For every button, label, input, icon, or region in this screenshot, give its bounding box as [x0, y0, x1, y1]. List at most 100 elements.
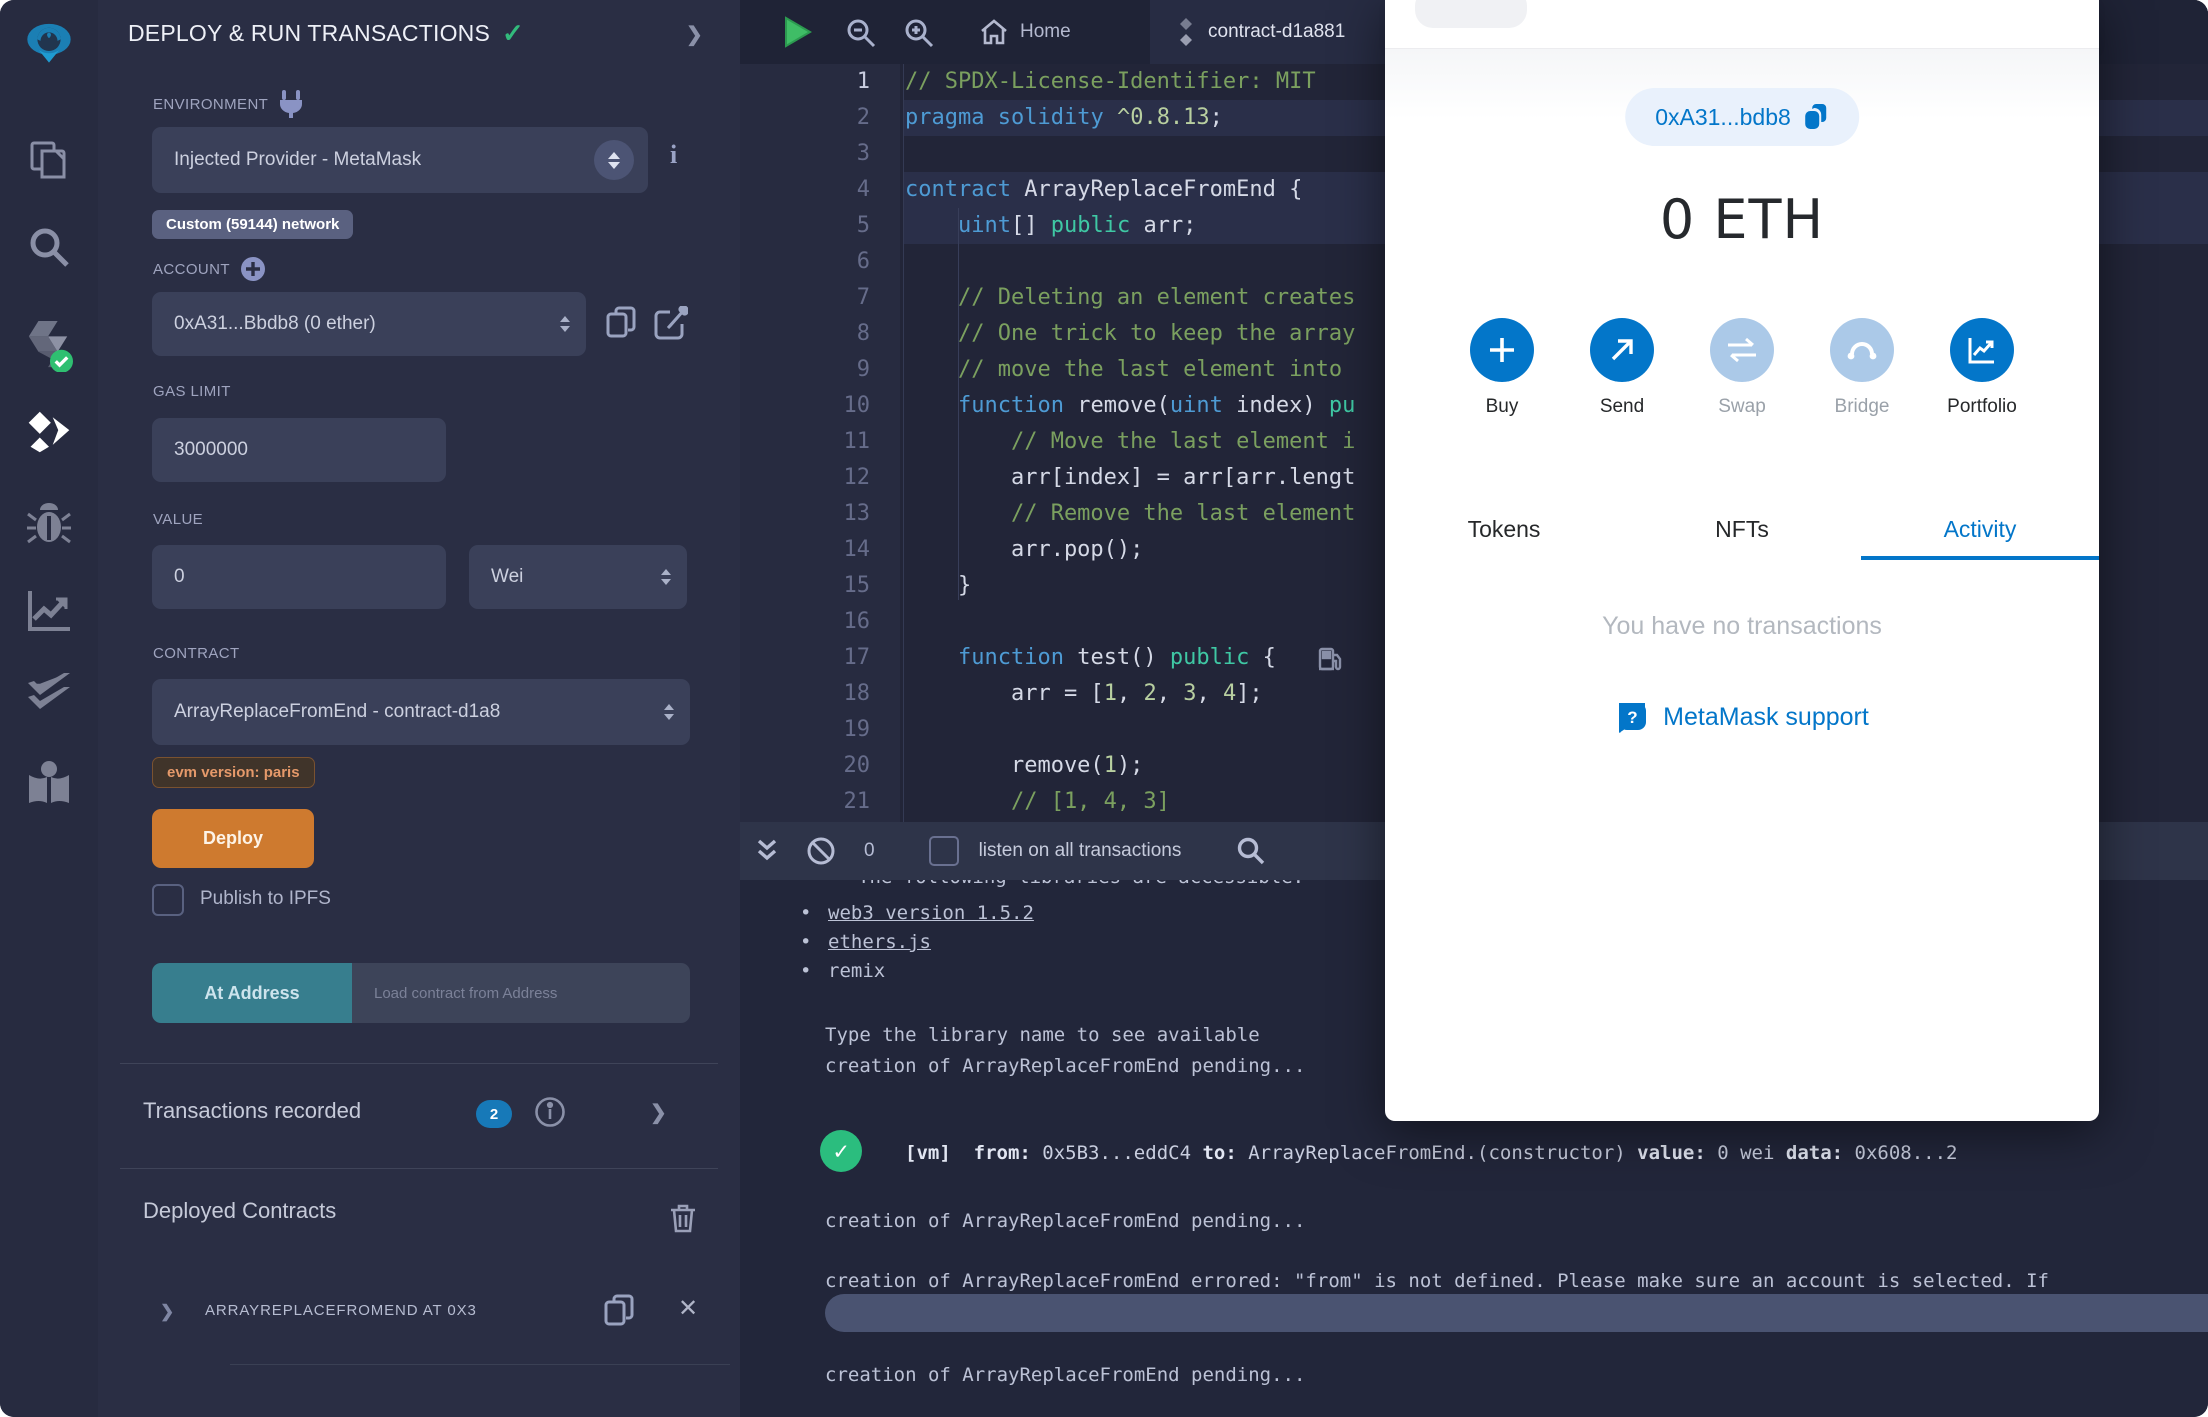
empty-transactions-text: You have no transactions: [1602, 612, 1882, 640]
terminal-library-link[interactable]: • ethers.js: [800, 931, 931, 953]
code-text: arr = [1, 2, 3, 4];: [905, 681, 1263, 706]
wallet-tab-nfts[interactable]: NFTs: [1623, 498, 1861, 560]
metamask-support-link[interactable]: ? MetaMask support: [1385, 700, 2099, 734]
code-text: remove(1);: [905, 753, 1144, 778]
terminal-log-line: creation of ArrayReplaceFromEnd pending.…: [825, 1364, 1306, 1386]
search-icon[interactable]: [25, 223, 73, 271]
transactions-info-icon[interactable]: [534, 1096, 566, 1128]
transactions-expand-chevron-icon[interactable]: ❯: [650, 1100, 667, 1125]
copy-address-icon[interactable]: [1803, 103, 1829, 131]
account-address-pill[interactable]: 0xA31...bdb8: [1625, 88, 1859, 146]
arrow-up-right-icon[interactable]: [1590, 318, 1654, 382]
load-contract-address-input[interactable]: [352, 963, 690, 1023]
value-unit-select[interactable]: Wei: [469, 545, 687, 609]
terminal-log-line: Type the library name to see available: [825, 1024, 1272, 1046]
portfolio-chart-icon[interactable]: [1950, 318, 2014, 382]
wallet-action-portfolio[interactable]: Portfolio: [1922, 318, 2042, 418]
terminal-search-icon[interactable]: [1237, 837, 1265, 865]
code-text: function remove(uint index) pu: [957, 393, 1356, 418]
line-number: 5: [856, 213, 870, 238]
trash-icon[interactable]: [668, 1202, 698, 1234]
wallet-actions: Buy Send Swap Bridge Portfolio: [1442, 318, 2042, 418]
code-text: arr.pop();: [905, 537, 1144, 562]
line-number: 15: [843, 573, 871, 598]
run-script-play-icon[interactable]: [780, 16, 814, 48]
svg-text:?: ?: [1627, 708, 1637, 727]
plus-icon[interactable]: [1470, 318, 1534, 382]
wallet-action-label: Buy: [1485, 396, 1519, 417]
wallet-tabs: Tokens NFTs Activity: [1385, 498, 2099, 560]
swap-arrows-icon[interactable]: [1710, 318, 1774, 382]
terminal-vm-log[interactable]: [vm] from: 0x5B3...eddC4 to: ArrayReplac…: [905, 1142, 1957, 1164]
wallet-tab-activity[interactable]: Activity: [1861, 498, 2099, 560]
network-selector-skeleton[interactable]: [1415, 0, 1527, 28]
wallet-action-label: Bridge: [1834, 396, 1890, 417]
remove-contract-icon[interactable]: ✕: [678, 1294, 698, 1323]
solidity-compiler-icon[interactable]: [25, 321, 73, 372]
line-number: 16: [843, 609, 871, 634]
terminal-log-line: creation of ArrayReplaceFromEnd pending.…: [825, 1055, 1306, 1077]
line-number: 8: [856, 321, 870, 346]
remix-logo-icon[interactable]: [25, 20, 73, 68]
deployed-item-label[interactable]: ARRAYREPLACEFROMEND AT 0X3: [205, 1302, 477, 1319]
wallet-action-label: Swap: [1718, 396, 1766, 417]
line-number: 13: [843, 501, 871, 526]
environment-select[interactable]: Injected Provider - MetaMask: [152, 127, 648, 193]
contract-select[interactable]: ArrayReplaceFromEnd - contract-d1a8: [152, 679, 690, 745]
select-arrows-icon: [664, 704, 674, 720]
code-text: // SPDX-License-Identifier: MIT: [905, 69, 1316, 94]
home-icon: [981, 19, 1007, 45]
environment-info-icon[interactable]: i: [670, 140, 677, 170]
code-text: // Deleting an element creates: [905, 285, 1356, 310]
zoom-in-icon[interactable]: [904, 18, 934, 48]
clear-console-icon[interactable]: [806, 836, 836, 866]
plug-icon[interactable]: [278, 90, 304, 118]
section-divider: [120, 1168, 718, 1169]
file-explorer-icon[interactable]: [25, 136, 73, 184]
wallet-action-buy[interactable]: Buy: [1442, 318, 1562, 418]
deploy-run-panel: DEPLOY & RUN TRANSACTIONS ✓ ❯ ENVIRONMEN…: [98, 0, 740, 1417]
unit-testing-icon[interactable]: [25, 666, 73, 714]
expand-terminal-chevrons-icon[interactable]: [756, 838, 778, 864]
account-label: ACCOUNT: [153, 256, 266, 282]
code-text: // Move the last element i: [905, 429, 1356, 454]
panel-collapse-chevron-icon[interactable]: ❯: [686, 22, 703, 47]
line-number: 2: [856, 105, 870, 130]
network-badge: Custom (59144) network: [152, 210, 354, 239]
gas-limit-label: GAS LIMIT: [153, 383, 231, 400]
deploy-run-icon[interactable]: [25, 408, 73, 456]
add-account-icon[interactable]: [240, 256, 266, 282]
tab-home[interactable]: Home: [980, 0, 1071, 64]
indent-guide: [958, 208, 959, 600]
wallet-tab-tokens[interactable]: Tokens: [1385, 498, 1623, 560]
publish-ipfs-label: Publish to IPFS: [200, 888, 331, 909]
zoom-out-icon[interactable]: [846, 18, 876, 48]
copy-account-icon[interactable]: [606, 306, 638, 340]
debugger-icon[interactable]: [25, 499, 73, 547]
gas-estimate-icon: [1318, 647, 1342, 671]
wallet-action-send[interactable]: Send: [1562, 318, 1682, 418]
deployed-item-chevron-icon[interactable]: ❯: [160, 1302, 174, 1322]
at-address-button[interactable]: At Address: [152, 963, 352, 1023]
value-input[interactable]: [152, 545, 446, 609]
copy-contract-icon[interactable]: [604, 1294, 636, 1328]
terminal-library-link: • remix: [800, 960, 886, 982]
section-divider: [120, 1063, 718, 1064]
terminal-log-line: creation of ArrayReplaceFromEnd pending.…: [825, 1210, 1306, 1232]
code-text: // One trick to keep the array: [905, 321, 1356, 346]
listen-transactions-checkbox[interactable]: [928, 836, 959, 866]
deployed-contracts-label: Deployed Contracts: [143, 1198, 337, 1223]
terminal-library-link[interactable]: • web3 version 1.5.2: [800, 902, 1034, 924]
deploy-button[interactable]: Deploy: [152, 809, 314, 868]
gas-limit-input[interactable]: [152, 418, 446, 482]
edit-account-icon[interactable]: [654, 306, 688, 340]
wallet-action-swap[interactable]: Swap: [1682, 318, 1802, 418]
learneth-book-icon[interactable]: [25, 759, 73, 807]
statistics-chart-icon[interactable]: [25, 586, 73, 634]
error-detail-bar[interactable]: [825, 1294, 2208, 1332]
bridge-icon[interactable]: [1830, 318, 1894, 382]
account-select[interactable]: 0xA31...Bbdb8 (0 ether): [152, 292, 586, 356]
line-number: 19: [843, 717, 871, 742]
wallet-action-bridge[interactable]: Bridge: [1802, 318, 1922, 418]
publish-ipfs-checkbox[interactable]: [152, 884, 184, 916]
